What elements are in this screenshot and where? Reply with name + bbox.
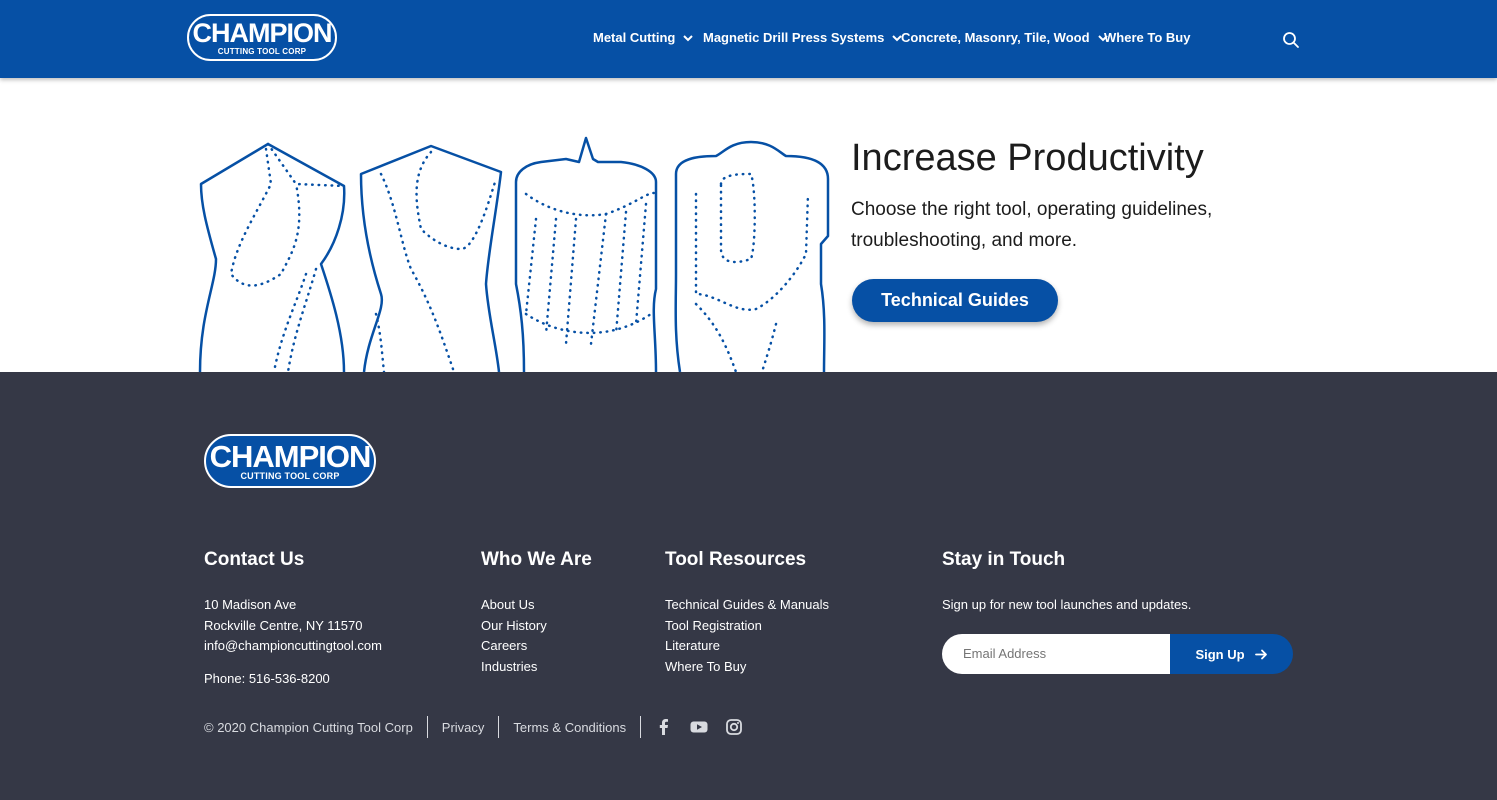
footer-link-about-us[interactable]: About Us bbox=[481, 595, 592, 616]
newsletter-description: Sign up for new tool launches and update… bbox=[942, 597, 1192, 612]
footer-link-our-history[interactable]: Our History bbox=[481, 616, 592, 637]
nav-item-metal-cutting[interactable]: Metal Cutting bbox=[593, 30, 694, 45]
footer-logo[interactable]: CHAMPION CUTTING TOOL CORP bbox=[204, 434, 376, 488]
footer-link-tool-registration[interactable]: Tool Registration bbox=[665, 616, 829, 637]
contact-email-link[interactable]: info@championcuttingtool.com bbox=[204, 636, 382, 657]
privacy-link[interactable]: Privacy bbox=[442, 720, 485, 735]
stay-in-touch-heading: Stay in Touch bbox=[942, 549, 1066, 570]
arrow-right-icon bbox=[1254, 649, 1267, 659]
footer-link-technical-guides[interactable]: Technical Guides & Manuals bbox=[665, 595, 829, 616]
contact-phone[interactable]: Phone: 516-536-8200 bbox=[204, 669, 382, 690]
copyright-text: © 2020 Champion Cutting Tool Corp bbox=[204, 719, 413, 735]
nav-label: Concrete, Masonry, Tile, Wood bbox=[901, 30, 1090, 45]
logo-wordmark: CHAMPION bbox=[209, 439, 372, 474]
sign-up-button[interactable]: Sign Up bbox=[1170, 634, 1293, 674]
nav-item-concrete[interactable]: Concrete, Masonry, Tile, Wood bbox=[901, 30, 1109, 45]
header-logo[interactable]: CHAMPION CUTTING TOOL CORP bbox=[187, 14, 337, 61]
youtube-icon[interactable] bbox=[690, 718, 708, 736]
tool-resources-column: Tool Resources Technical Guides & Manual… bbox=[665, 549, 829, 677]
address-line-1: 10 Madison Ave bbox=[204, 597, 297, 612]
site-footer: CHAMPION CUTTING TOOL CORP Contact Us 10… bbox=[0, 372, 1497, 800]
hero-title: Increase Productivity bbox=[851, 137, 1204, 179]
nav-item-where-to-buy[interactable]: Where To Buy bbox=[1104, 30, 1190, 45]
instagram-icon[interactable] bbox=[725, 718, 743, 736]
address-line-2: Rockville Centre, NY 11570 bbox=[204, 617, 363, 633]
footer-link-where-to-buy[interactable]: Where To Buy bbox=[665, 657, 829, 678]
facebook-icon[interactable] bbox=[655, 718, 673, 736]
nav-label: Magnetic Drill Press Systems bbox=[703, 30, 885, 45]
logo-wordmark: CHAMPION bbox=[192, 18, 333, 48]
drill-bits-illustration bbox=[198, 136, 830, 372]
footer-link-literature[interactable]: Literature bbox=[665, 636, 829, 657]
footer-link-careers[interactable]: Careers bbox=[481, 636, 592, 657]
email-field[interactable] bbox=[942, 634, 1182, 674]
who-we-are-column: Who We Are About Us Our History Careers … bbox=[481, 549, 592, 677]
search-icon[interactable] bbox=[1282, 31, 1300, 49]
nav-label: Metal Cutting bbox=[593, 30, 676, 45]
divider bbox=[426, 716, 428, 738]
sign-up-label: Sign Up bbox=[1195, 646, 1245, 662]
footer-bottom-bar: © 2020 Champion Cutting Tool Corp Privac… bbox=[204, 716, 760, 738]
hero-section: Increase Productivity Choose the right t… bbox=[0, 78, 1497, 372]
logo-tagline: CUTTING TOOL CORP bbox=[217, 47, 307, 56]
divider bbox=[640, 716, 642, 738]
divider bbox=[498, 716, 500, 738]
site-header: CHAMPION CUTTING TOOL CORP Metal Cutting… bbox=[0, 0, 1497, 78]
footer-link-industries[interactable]: Industries bbox=[481, 657, 592, 678]
tool-resources-heading: Tool Resources bbox=[665, 549, 807, 570]
chevron-down-icon bbox=[683, 34, 694, 41]
newsletter-form: Sign Up bbox=[942, 634, 1293, 674]
contact-column: Contact Us 10 Madison Ave Rockville Cent… bbox=[204, 549, 382, 689]
nav-label: Where To Buy bbox=[1104, 30, 1191, 45]
nav-item-magnetic-drill[interactable]: Magnetic Drill Press Systems bbox=[703, 30, 903, 45]
terms-link[interactable]: Terms & Conditions bbox=[513, 720, 626, 735]
contact-heading: Contact Us bbox=[204, 549, 305, 570]
stay-in-touch-column: Stay in Touch Sign up for new tool launc… bbox=[942, 549, 1191, 616]
hero-subtitle: Choose the right tool, operating guideli… bbox=[851, 199, 1213, 251]
who-we-are-heading: Who We Are bbox=[481, 549, 592, 570]
technical-guides-button[interactable]: Technical Guides bbox=[852, 279, 1058, 322]
